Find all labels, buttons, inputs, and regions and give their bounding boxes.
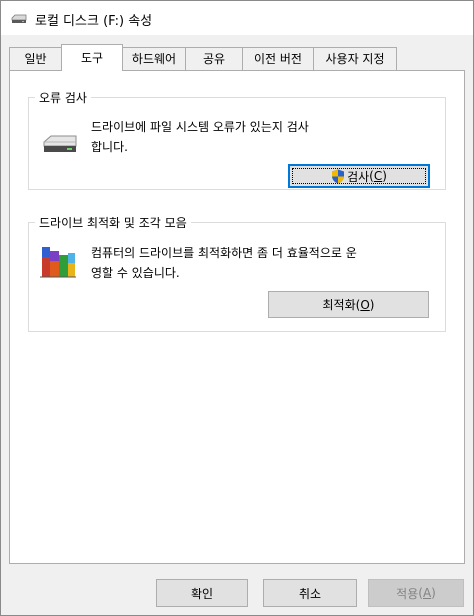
check-button[interactable]: 검사(C) [288, 164, 430, 188]
button-label: 취소 [298, 586, 322, 601]
tab-customize[interactable]: 사용자 지정 [313, 47, 397, 70]
group-title: 오류 검사 [35, 89, 91, 106]
tab-sharing[interactable]: 공유 [185, 47, 243, 70]
description-line: 영할 수 있습니다. [91, 266, 180, 280]
button-label: ) [382, 169, 387, 183]
cancel-button[interactable]: 취소 [263, 579, 357, 607]
button-label: ( [369, 169, 374, 183]
hotkey-letter: O [360, 297, 370, 312]
description-line: 드라이브에 파일 시스템 오류가 있는지 검사 [91, 120, 309, 134]
ok-button[interactable]: 확인 [156, 579, 248, 607]
tab-tools[interactable]: 도구 [61, 44, 123, 71]
tab-label: 하드웨어 [131, 52, 177, 66]
apply-button[interactable]: 적용(A) [368, 579, 464, 607]
tab-label: 이전 버전 [254, 52, 302, 66]
optimize-button[interactable]: 최적화(O) [268, 291, 429, 318]
tab-hardware[interactable]: 하드웨어 [122, 47, 186, 70]
uac-shield-icon [332, 169, 345, 183]
hotkey-letter: A [422, 586, 432, 600]
error-checking-group: 오류 검사 드라이브에 파일 시스템 오류가 있는지 검사 합니다. 검사(C) [28, 89, 446, 190]
tab-previous-versions[interactable]: 이전 버전 [242, 47, 314, 70]
button-label: ) [369, 297, 375, 312]
drive-icon [11, 14, 27, 23]
window-title: 로컬 디스크 (F:) 속성 [35, 14, 153, 29]
hotkey-letter: C [373, 169, 383, 183]
group-title: 드라이브 최적화 및 조각 모음 [35, 214, 191, 231]
drive-icon [43, 135, 77, 152]
button-label: 검사 [347, 169, 370, 184]
tab-label: 도구 [80, 51, 104, 65]
button-label: 최적화 [322, 298, 356, 312]
button-label: 적용 [396, 586, 419, 601]
button-label: 확인 [190, 586, 214, 601]
tab-label: 공유 [202, 52, 226, 66]
tab-label: 사용자 지정 [325, 52, 385, 66]
properties-dialog: 로컬 디스크 (F:) 속성 일반 도구 하드웨어 공유 이전 버전 사용자 지… [0, 0, 474, 616]
tab-label: 일반 [24, 52, 47, 66]
optimize-description: 컴퓨터의 드라이브를 최적화하면 좀 더 효율적으로 운 영할 수 있습니다. [91, 243, 357, 283]
error-check-description: 드라이브에 파일 시스템 오류가 있는지 검사 합니다. [91, 117, 309, 157]
tab-general[interactable]: 일반 [9, 47, 62, 70]
description-line: 합니다. [91, 140, 128, 154]
defrag-icon [40, 247, 76, 278]
optimize-group: 드라이브 최적화 및 조각 모음 컴퓨터의 드라이브를 최적화하면 좀 더 효율… [28, 214, 446, 332]
description-line: 컴퓨터의 드라이브를 최적화하면 좀 더 효율적으로 운 [91, 246, 357, 260]
title-bar[interactable]: 로컬 디스크 (F:) 속성 [1, 1, 473, 35]
tab-content-panel: 오류 검사 드라이브에 파일 시스템 오류가 있는지 검사 합니다. 검사(C) [9, 70, 465, 564]
button-label: ) [431, 586, 436, 600]
